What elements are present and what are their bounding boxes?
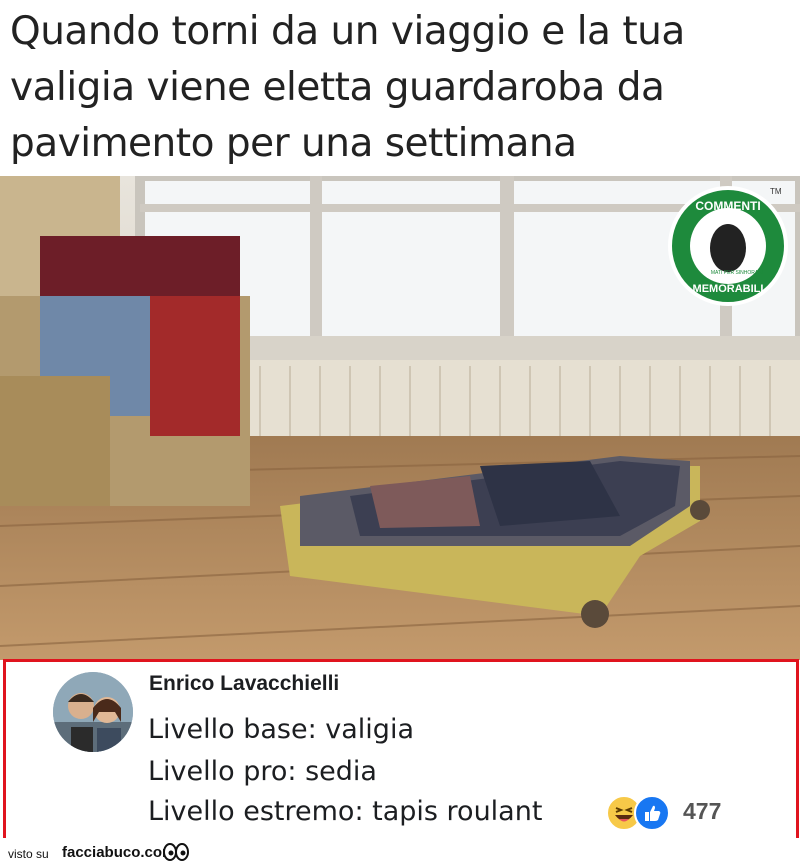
logo-bottom-text: MEMORABILI — [693, 283, 764, 295]
caption-line: valigia viene eletta guardaroba da — [10, 65, 665, 110]
like-icon — [634, 795, 670, 831]
comment-line: Livello base: valigia — [148, 714, 414, 745]
logo-tm-text: TM — [770, 187, 782, 196]
comment-line: Livello estremo: tapis roulant — [148, 796, 543, 827]
facebook-comment-box: Enrico Lavacchielli Livello base: valigi… — [3, 659, 799, 841]
logo-top-text: COMMENTI — [695, 199, 760, 213]
suitcase-scene-image: COMMENTI MEMORABILI MATI PER SINHORARE T… — [0, 176, 800, 660]
commenti-memorabili-logo: COMMENTI MEMORABILI MATI PER SINHORARE T… — [668, 186, 788, 306]
avatar[interactable] — [53, 672, 133, 752]
meme-caption: Quando torni da un viaggio e la tua vali… — [10, 4, 795, 172]
eyes-icon — [163, 843, 189, 861]
caption-line: Quando torni da un viaggio e la tua — [10, 9, 685, 54]
logo-center-text: MATI PER SINHORARE — [711, 270, 766, 276]
footer: visto su facciabuco.com — [0, 838, 800, 868]
room-photo: COMMENTI MEMORABILI MATI PER SINHORARE T… — [0, 176, 800, 660]
site-link[interactable]: facciabuco.com — [62, 844, 175, 861]
caption-line: pavimento per una settimana — [10, 121, 577, 166]
comment-line: Livello pro: sedia — [148, 756, 377, 787]
comment-author[interactable]: Enrico Lavacchielli — [149, 672, 339, 696]
visto-su-label: visto su — [8, 847, 49, 861]
avatar-image-icon — [53, 672, 133, 752]
reaction-count: 477 — [683, 798, 722, 824]
